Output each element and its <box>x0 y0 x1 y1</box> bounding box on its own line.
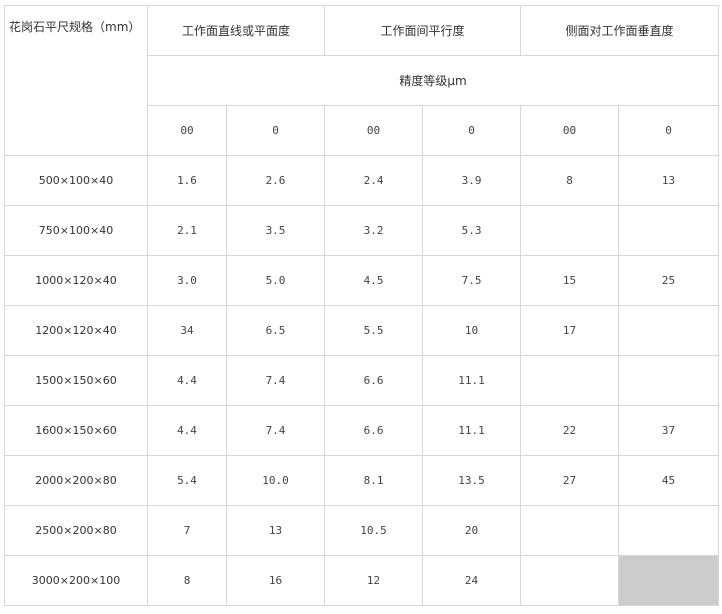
size-cell: 3000×200×100 <box>4 555 148 606</box>
value-cell: 16 <box>225 555 326 606</box>
value-cell: 37 <box>618 405 720 456</box>
value-cell: 13 <box>225 505 326 556</box>
value-cell: 4.5 <box>324 255 424 306</box>
precision-header: 精度等级μm <box>146 55 720 106</box>
table-row: 500×100×40 1.6 2.6 2.4 3.9 8 13 <box>4 155 720 206</box>
grade-header: 00 <box>324 105 424 156</box>
value-cell: 5.5 <box>324 305 424 356</box>
value-cell: 4.4 <box>147 405 227 456</box>
table-row: 2500×200×80 7 13 10.5 20 <box>4 505 720 556</box>
value-cell: 22 <box>520 405 620 456</box>
value-cell: 6.6 <box>324 355 424 406</box>
value-cell <box>618 205 720 256</box>
size-cell: 1600×150×60 <box>4 405 148 456</box>
value-cell <box>618 355 720 406</box>
value-cell: 3.0 <box>147 255 227 306</box>
grade-header: 00 <box>147 105 227 156</box>
value-cell: 2.6 <box>225 155 326 206</box>
value-cell: 24 <box>422 555 522 606</box>
value-cell: 2.1 <box>147 205 227 256</box>
value-cell: 7.5 <box>422 255 522 306</box>
size-cell: 500×100×40 <box>4 155 148 206</box>
value-cell: 4.4 <box>147 355 227 406</box>
table-row: 2000×200×80 5.4 10.0 8.1 13.5 27 45 <box>4 455 720 506</box>
value-cell: 1.6 <box>147 155 227 206</box>
value-cell: 3.5 <box>225 205 326 256</box>
value-cell: 7.4 <box>225 405 326 456</box>
header-row-groups: 花岗石平尺规格（mm） 工作面直线或平面度 工作面间平行度 侧面对工作面垂直度 <box>4 5 720 156</box>
value-cell: 5.0 <box>225 255 326 306</box>
value-cell: 10.5 <box>324 505 424 556</box>
value-cell: 11.1 <box>422 405 522 456</box>
value-cell: 7 <box>147 505 227 556</box>
size-cell: 2000×200×80 <box>4 455 148 506</box>
value-cell: 8.1 <box>324 455 424 506</box>
value-cell: 13.5 <box>422 455 522 506</box>
table-row: 750×100×40 2.1 3.5 3.2 5.3 <box>4 205 720 256</box>
value-cell <box>520 205 620 256</box>
value-cell <box>618 505 720 556</box>
value-cell: 17 <box>520 305 620 356</box>
value-cell: 10 <box>422 305 522 356</box>
grade-header: 0 <box>225 105 326 156</box>
value-cell: 25 <box>618 255 720 306</box>
table-row: 1200×120×40 34 6.5 5.5 10 17 <box>4 305 720 356</box>
table-row: 3000×200×100 8 16 12 24 <box>4 555 720 606</box>
corner-header: 花岗石平尺规格（mm） <box>4 5 148 156</box>
size-cell: 1000×120×40 <box>4 255 148 306</box>
value-cell-filled <box>618 555 720 606</box>
size-cell: 1200×120×40 <box>4 305 148 356</box>
value-cell: 8 <box>520 155 620 206</box>
size-cell: 750×100×40 <box>4 205 148 256</box>
value-cell: 8 <box>147 555 227 606</box>
value-cell: 6.6 <box>324 405 424 456</box>
value-cell <box>618 305 720 356</box>
value-cell: 20 <box>422 505 522 556</box>
value-cell: 5.3 <box>422 205 522 256</box>
granite-ruler-spec-table: 花岗石平尺规格（mm） 工作面直线或平面度 工作面间平行度 侧面对工作面垂直度 … <box>4 5 720 606</box>
size-cell: 1500×150×60 <box>4 355 148 406</box>
value-cell: 2.4 <box>324 155 424 206</box>
value-cell <box>520 555 620 606</box>
table-row: 1000×120×40 3.0 5.0 4.5 7.5 15 25 <box>4 255 720 306</box>
table-row: 1600×150×60 4.4 7.4 6.6 11.1 22 37 <box>4 405 720 456</box>
value-cell: 3.2 <box>324 205 424 256</box>
value-cell: 45 <box>618 455 720 506</box>
group-header-parallelism: 工作面间平行度 <box>324 5 522 56</box>
table-row: 1500×150×60 4.4 7.4 6.6 11.1 <box>4 355 720 406</box>
value-cell: 10.0 <box>225 455 326 506</box>
grade-header: 00 <box>520 105 620 156</box>
value-cell: 11.1 <box>422 355 522 406</box>
value-cell: 13 <box>618 155 720 206</box>
value-cell: 3.9 <box>422 155 522 206</box>
value-cell <box>520 505 620 556</box>
group-header-flatness: 工作面直线或平面度 <box>146 5 326 56</box>
value-cell: 7.4 <box>225 355 326 406</box>
value-cell: 34 <box>147 305 227 356</box>
grade-header: 0 <box>618 105 720 156</box>
grade-header: 0 <box>422 105 522 156</box>
value-cell: 12 <box>324 555 424 606</box>
value-cell <box>520 355 620 406</box>
size-cell: 2500×200×80 <box>4 505 148 556</box>
value-cell: 15 <box>520 255 620 306</box>
value-cell: 6.5 <box>225 305 326 356</box>
value-cell: 5.4 <box>147 455 227 506</box>
value-cell: 27 <box>520 455 620 506</box>
group-header-perpendicularity: 侧面对工作面垂直度 <box>520 5 720 56</box>
